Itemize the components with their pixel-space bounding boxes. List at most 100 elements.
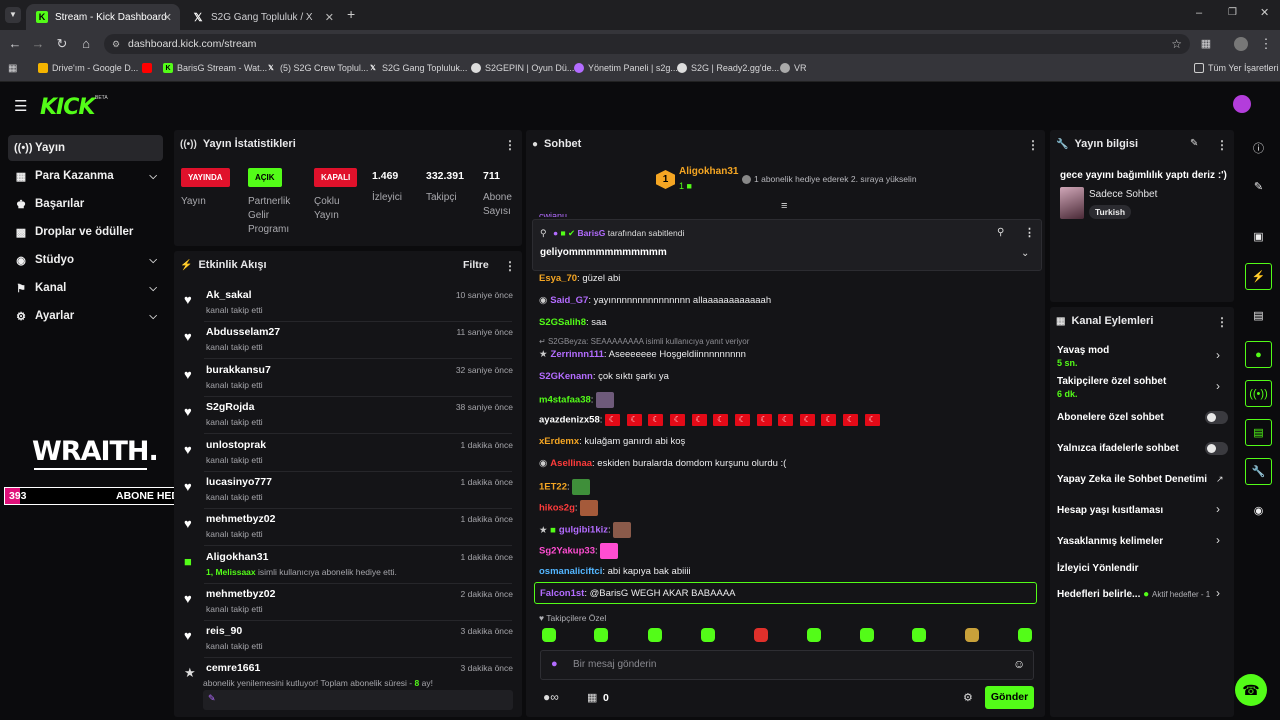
action-account-age[interactable]: Hesap yaşı kısıtlaması <box>1057 505 1163 516</box>
more-options-icon[interactable]: ⋮ <box>1024 226 1035 239</box>
chat-username[interactable]: ayazdenizx58 <box>539 415 600 426</box>
chat-username[interactable]: gulgibi1kiz <box>559 525 608 536</box>
chat-username[interactable]: Falcon1st <box>540 588 584 599</box>
event-username[interactable]: Ak_sakal <box>206 289 252 301</box>
new-tab-icon[interactable]: + <box>347 6 355 22</box>
gift-recipient[interactable]: Melissaax <box>215 567 255 577</box>
reload-icon[interactable]: ↻ <box>54 36 70 52</box>
bookmark-yonetim[interactable]: Yönetim Paneli | s2g... <box>574 63 678 73</box>
scroll-to-pinned-icon[interactable]: ≡ <box>781 200 787 212</box>
close-window-icon[interactable]: ✕ <box>1260 6 1269 19</box>
extensions-icon[interactable]: ▦ <box>1198 36 1214 52</box>
sidebar-item-droplar[interactable]: ▩ Droplar ve ödüller <box>8 219 163 245</box>
chevron-right-icon[interactable]: › <box>1216 502 1220 516</box>
quick-emote-icon[interactable] <box>965 628 979 642</box>
profile-avatar[interactable] <box>1234 37 1248 51</box>
bookmark-star-icon[interactable]: ☆ <box>1171 34 1182 54</box>
chat-username[interactable]: Esya_70 <box>539 273 577 284</box>
quick-emote-icon[interactable] <box>912 628 926 642</box>
browser-menu-icon[interactable]: ⋮ <box>1258 36 1274 52</box>
back-icon[interactable]: ← <box>7 36 23 52</box>
send-button[interactable]: Gönder <box>985 686 1034 709</box>
tab-kick-dashboard[interactable]: K Stream - Kick Dashboard ✕ <box>26 4 180 30</box>
more-options-icon[interactable]: ⋮ <box>504 259 516 273</box>
apps-grid-icon[interactable]: ▦ <box>8 63 17 74</box>
action-banned-words[interactable]: Yasaklanmış kelimeler <box>1057 536 1163 547</box>
close-tab-icon[interactable]: ✕ <box>163 11 172 24</box>
chat-settings-icon[interactable]: ⚙ <box>963 691 973 704</box>
top-gifter-name[interactable]: Aligokhan31 <box>679 166 738 177</box>
bookmark-s2g-crew[interactable]: 𝕏 (5) S2G Crew Toplul... <box>266 63 368 73</box>
kick-logo[interactable]: KICK <box>40 95 95 120</box>
action-raid[interactable]: İzleyici Yönlendir <box>1057 563 1139 574</box>
document-icon[interactable]: ▤ <box>1245 302 1272 329</box>
quick-emote-icon[interactable] <box>860 628 874 642</box>
expand-chevron-icon[interactable]: ⌄ <box>1021 248 1029 259</box>
sidebar-item-kanal[interactable]: ⚑ Kanal ⌵ <box>8 275 163 301</box>
quick-emote-icon[interactable] <box>701 628 715 642</box>
pinned-by-user[interactable]: BarisG <box>578 228 606 238</box>
event-username[interactable]: unlostoprak <box>206 439 266 451</box>
chevron-right-icon[interactable]: › <box>1216 533 1220 547</box>
unpin-icon[interactable]: ⚲ <box>997 227 1004 238</box>
quick-emote-icon[interactable] <box>807 628 821 642</box>
filter-button[interactable]: Filtre <box>463 259 489 271</box>
support-chat-icon[interactable]: ☎ <box>1235 674 1267 706</box>
action-followers-only[interactable]: Takipçilere özel sohbet 6 dk. <box>1057 376 1166 399</box>
sidebar-item-basarilar[interactable]: ♚ Başarılar <box>8 191 163 217</box>
layout-icon[interactable]: ▤ <box>1245 419 1272 446</box>
url-field[interactable]: ⚙ dashboard.kick.com/stream ☆ <box>104 34 1190 54</box>
sidebar-item-para-kazanma[interactable]: ▦ Para Kazanma ⌵ <box>8 163 163 189</box>
emotes-only-toggle[interactable] <box>1205 442 1228 455</box>
integrations-icon[interactable]: ◉ <box>1245 497 1272 524</box>
pen-tool-icon[interactable]: ✎ <box>1245 173 1272 200</box>
wrench-rail-icon[interactable]: 🔧 <box>1245 458 1272 485</box>
sidebar-item-studyo[interactable]: ◉ Stüdyo ⌵ <box>8 247 163 273</box>
forward-icon[interactable]: → <box>30 36 46 52</box>
restore-icon[interactable]: ❐ <box>1228 7 1237 18</box>
minimize-icon[interactable]: – <box>1196 7 1202 19</box>
bookmark-barisg[interactable]: K BarisG Stream - Wat... <box>163 63 267 73</box>
activity-reply-input[interactable]: ✎ <box>203 690 513 710</box>
chat-username[interactable]: S2GKenann <box>539 371 593 382</box>
bookmark-s2gepin[interactable]: S2GEPIN | Oyun Dü... <box>471 63 574 73</box>
event-username[interactable]: reis_90 <box>206 625 242 637</box>
tab-s2g-x[interactable]: 𝕏 S2G Gang Topluluk / X ✕ <box>182 4 342 30</box>
action-ai-moderation[interactable]: Yapay Zeka ile Sohbet Denetimi <box>1057 474 1207 485</box>
event-username[interactable]: S2gRojda <box>206 401 254 413</box>
sidebar-item-ayarlar[interactable]: ⚙ Ayarlar ⌵ <box>8 303 163 329</box>
bookmark-drive[interactable]: Drive'ım - Google D... <box>38 63 138 73</box>
event-username[interactable]: cemre1661 <box>206 662 260 674</box>
more-options-icon[interactable]: ⋮ <box>1216 138 1228 152</box>
event-username[interactable]: Aligokhan31 <box>206 551 268 563</box>
more-options-icon[interactable]: ⋮ <box>1216 315 1228 329</box>
chat-username[interactable]: m4stafaa38 <box>539 395 591 406</box>
bookmark-ready2[interactable]: S2G | Ready2.gg'de... <box>677 63 779 73</box>
chat-mode-icon[interactable]: ● <box>1245 341 1272 368</box>
tab-list-icon[interactable]: ▼ <box>5 7 21 23</box>
chevron-right-icon[interactable]: › <box>1216 379 1220 393</box>
home-icon[interactable]: ⌂ <box>78 36 94 52</box>
external-link-icon[interactable]: ↗ <box>1216 474 1224 485</box>
event-username[interactable]: mehmetbyz02 <box>206 513 275 525</box>
category-name[interactable]: Sadece Sohbet <box>1089 189 1157 200</box>
quick-emote-icon[interactable] <box>754 628 768 642</box>
chat-username[interactable]: S2GSalih8 <box>539 317 586 328</box>
chat-username[interactable]: hikos2g <box>539 503 575 514</box>
channel-points-icon[interactable]: ●∞ <box>543 690 559 704</box>
chevron-right-icon[interactable]: › <box>1216 586 1220 600</box>
event-username[interactable]: burakkansu7 <box>206 364 271 376</box>
screen-capture-icon[interactable]: ▣ <box>1245 223 1272 250</box>
event-username[interactable]: Abdusselam27 <box>206 326 280 338</box>
event-username[interactable]: lucasinyo777 <box>206 476 272 488</box>
more-options-icon[interactable]: ⋮ <box>1027 138 1039 152</box>
sidebar-item-yayin[interactable]: ((•)) Yayın <box>8 135 163 161</box>
more-options-icon[interactable]: ⋮ <box>504 138 516 152</box>
chevron-right-icon[interactable]: › <box>1216 348 1220 362</box>
quick-emote-icon[interactable] <box>1018 628 1032 642</box>
action-slow-mode[interactable]: Yavaş mod 5 sn. <box>1057 345 1109 368</box>
quick-emote-icon[interactable] <box>542 628 556 642</box>
bookmark-vr[interactable]: VR <box>780 63 807 73</box>
emoji-icon[interactable]: ☺ <box>1013 657 1025 671</box>
close-tab-icon[interactable]: ✕ <box>325 11 334 24</box>
